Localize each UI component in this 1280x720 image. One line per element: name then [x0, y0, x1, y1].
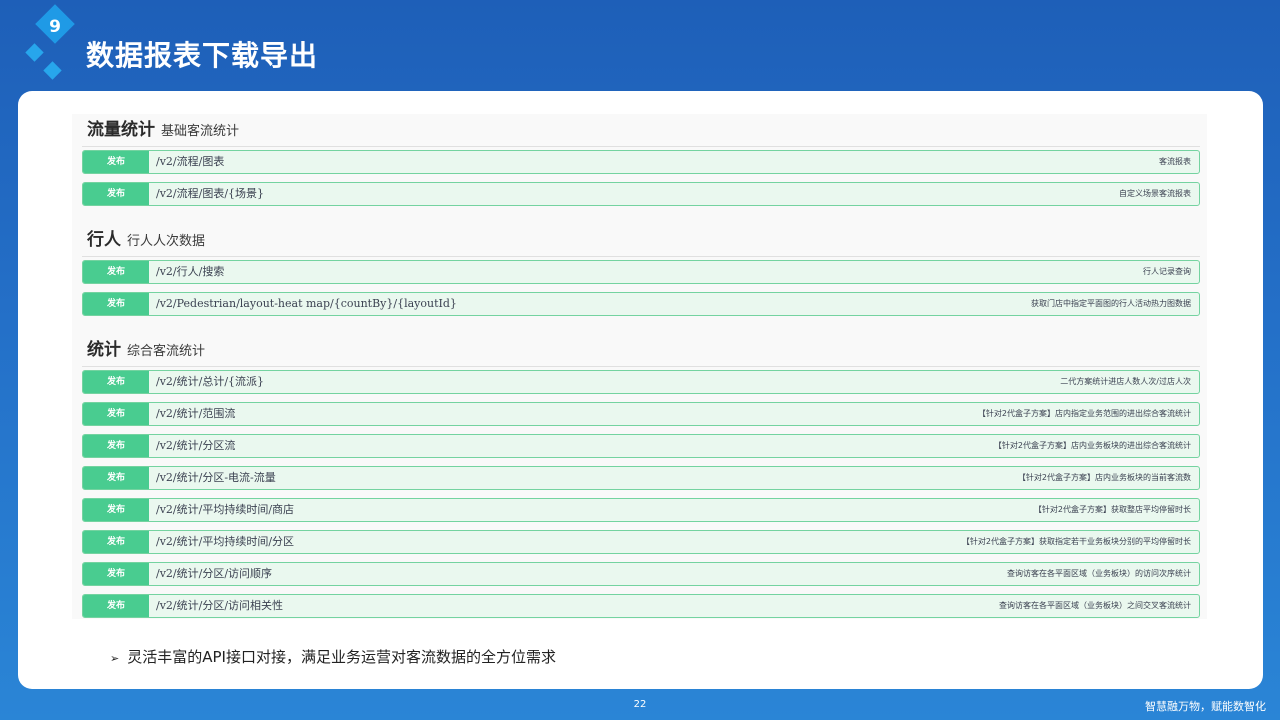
endpoint-row[interactable]: 发布 /v2/统计/平均持续时间/分区 【针对2代盒子方案】获取指定若干业务板块…: [82, 530, 1200, 554]
method-badge: 发布: [83, 261, 149, 283]
endpoint-row[interactable]: 发布 /v2/统计/分区/访问顺序 查询访客在各平面区域（业务板块）的访问次序统…: [82, 562, 1200, 586]
endpoint-row[interactable]: 发布 /v2/统计/分区-电流-流量 【针对2代盒子方案】店内业务板块的当前客流…: [82, 466, 1200, 490]
endpoint-summary: 二代方案统计进店人数人次/过店人次: [1060, 377, 1191, 386]
bullet-text: 灵活丰富的API接口对接，满足业务运营对客流数据的全方位需求: [127, 648, 556, 666]
endpoint-path: /v2/统计/分区流: [156, 439, 236, 452]
section-desc: 行人人次数据: [127, 234, 206, 249]
endpoint-row[interactable]: 发布 /v2/统计/分区/访问相关性 查询访客在各平面区域（业务板块）之间交叉客…: [82, 594, 1200, 618]
endpoint-summary: 客流报表: [1159, 157, 1191, 166]
method-badge: 发布: [83, 435, 149, 457]
endpoint-summary: 行人记录查询: [1143, 267, 1191, 276]
section-divider: [82, 256, 1200, 257]
slide-number: 9: [49, 17, 61, 37]
endpoint-summary: 自定义场景客流报表: [1119, 189, 1191, 198]
method-badge: 发布: [83, 595, 149, 617]
method-badge: 发布: [83, 531, 149, 553]
bullet-point: ➢ 灵活丰富的API接口对接，满足业务运营对客流数据的全方位需求: [110, 646, 556, 667]
section-divider: [82, 146, 1200, 147]
endpoint-path: /v2/统计/范围流: [156, 407, 236, 420]
endpoint-path: /v2/流程/图表: [156, 155, 225, 168]
endpoint-summary: 获取门店中指定平面图的行人活动热力图数据: [1031, 299, 1191, 308]
method-badge: 发布: [83, 371, 149, 393]
endpoint-row[interactable]: 发布 /v2/统计/分区流 【针对2代盒子方案】店内业务板块的进出综合客流统计: [82, 434, 1200, 458]
endpoint-summary: 【针对2代盒子方案】店内业务板块的当前客流数: [1017, 473, 1191, 482]
endpoint-path: /v2/行人/搜索: [156, 265, 225, 278]
section-name: 统计: [87, 340, 121, 360]
method-badge: 发布: [83, 499, 149, 521]
decor-diamond-icon: [25, 43, 44, 62]
endpoint-row[interactable]: 发布 /v2/流程/图表/{场景} 自定义场景客流报表: [82, 182, 1200, 206]
endpoint-path: /v2/统计/分区/访问顺序: [156, 567, 273, 580]
endpoint-path: /v2/统计/平均持续时间/商店: [156, 503, 295, 516]
endpoint-path: /v2/统计/平均持续时间/分区: [156, 535, 295, 548]
endpoint-row[interactable]: 发布 /v2/行人/搜索 行人记录查询: [82, 260, 1200, 284]
method-badge: 发布: [83, 183, 149, 205]
endpoint-row[interactable]: 发布 /v2/统计/平均持续时间/商店 【针对2代盒子方案】获取整店平均停留时长: [82, 498, 1200, 522]
slide-number-badge: 9: [22, 4, 82, 86]
method-badge: 发布: [83, 467, 149, 489]
decor-diamond-icon: [43, 61, 62, 80]
method-badge: 发布: [83, 403, 149, 425]
endpoint-row[interactable]: 发布 /v2/统计/范围流 【针对2代盒子方案】店内指定业务范围的进出综合客流统…: [82, 402, 1200, 426]
endpoint-summary: 【针对2代盒子方案】获取指定若干业务板块分别的平均停留时长: [961, 537, 1191, 546]
endpoint-path: /v2/统计/总计/{流派}: [156, 375, 265, 388]
arrow-bullet-icon: ➢: [110, 652, 120, 665]
method-badge: 发布: [83, 563, 149, 585]
endpoint-path: /v2/统计/分区/访问相关性: [156, 599, 284, 612]
section-name: 流量统计: [87, 120, 155, 140]
endpoint-summary: 查询访客在各平面区域（业务板块）的访问次序统计: [1007, 569, 1191, 578]
section-divider: [82, 366, 1200, 367]
endpoint-summary: 【针对2代盒子方案】获取整店平均停留时长: [1033, 505, 1191, 514]
content-card: 流量统计 基础客流统计 发布 /v2/流程/图表 客流报表 发布 /v2/流程/图…: [18, 91, 1263, 689]
slide-title: 数据报表下载导出: [86, 39, 319, 72]
endpoint-row[interactable]: 发布 /v2/Pedestrian/layout-heat map/{count…: [82, 292, 1200, 316]
endpoint-summary: 【针对2代盒子方案】店内指定业务范围的进出综合客流统计: [977, 409, 1191, 418]
method-badge: 发布: [83, 293, 149, 315]
endpoint-summary: 【针对2代盒子方案】店内业务板块的进出综合客流统计: [993, 441, 1191, 450]
endpoint-path: /v2/Pedestrian/layout-heat map/{countBy}…: [156, 297, 457, 310]
section-header-traffic[interactable]: 流量统计 基础客流统计: [87, 114, 239, 146]
endpoint-path: /v2/统计/分区-电流-流量: [156, 471, 276, 484]
endpoint-path: /v2/流程/图表/{场景}: [156, 187, 265, 200]
method-badge: 发布: [83, 151, 149, 173]
endpoint-row[interactable]: 发布 /v2/流程/图表 客流报表: [82, 150, 1200, 174]
section-desc: 基础客流统计: [161, 124, 240, 139]
section-header-statistics[interactable]: 统计 综合客流统计: [87, 334, 205, 366]
footer-slogan: 智慧融万物，赋能数智化: [1145, 700, 1266, 713]
section-header-pedestrian[interactable]: 行人 行人人次数据: [87, 224, 205, 256]
section-desc: 综合客流统计: [127, 344, 206, 359]
endpoint-summary: 查询访客在各平面区域（业务板块）之间交叉客流统计: [999, 601, 1191, 610]
page-number: 22: [633, 699, 647, 710]
section-name: 行人: [87, 230, 121, 250]
api-doc-screenshot: 流量统计 基础客流统计 发布 /v2/流程/图表 客流报表 发布 /v2/流程/图…: [72, 114, 1207, 619]
endpoint-row[interactable]: 发布 /v2/统计/总计/{流派} 二代方案统计进店人数人次/过店人次: [82, 370, 1200, 394]
